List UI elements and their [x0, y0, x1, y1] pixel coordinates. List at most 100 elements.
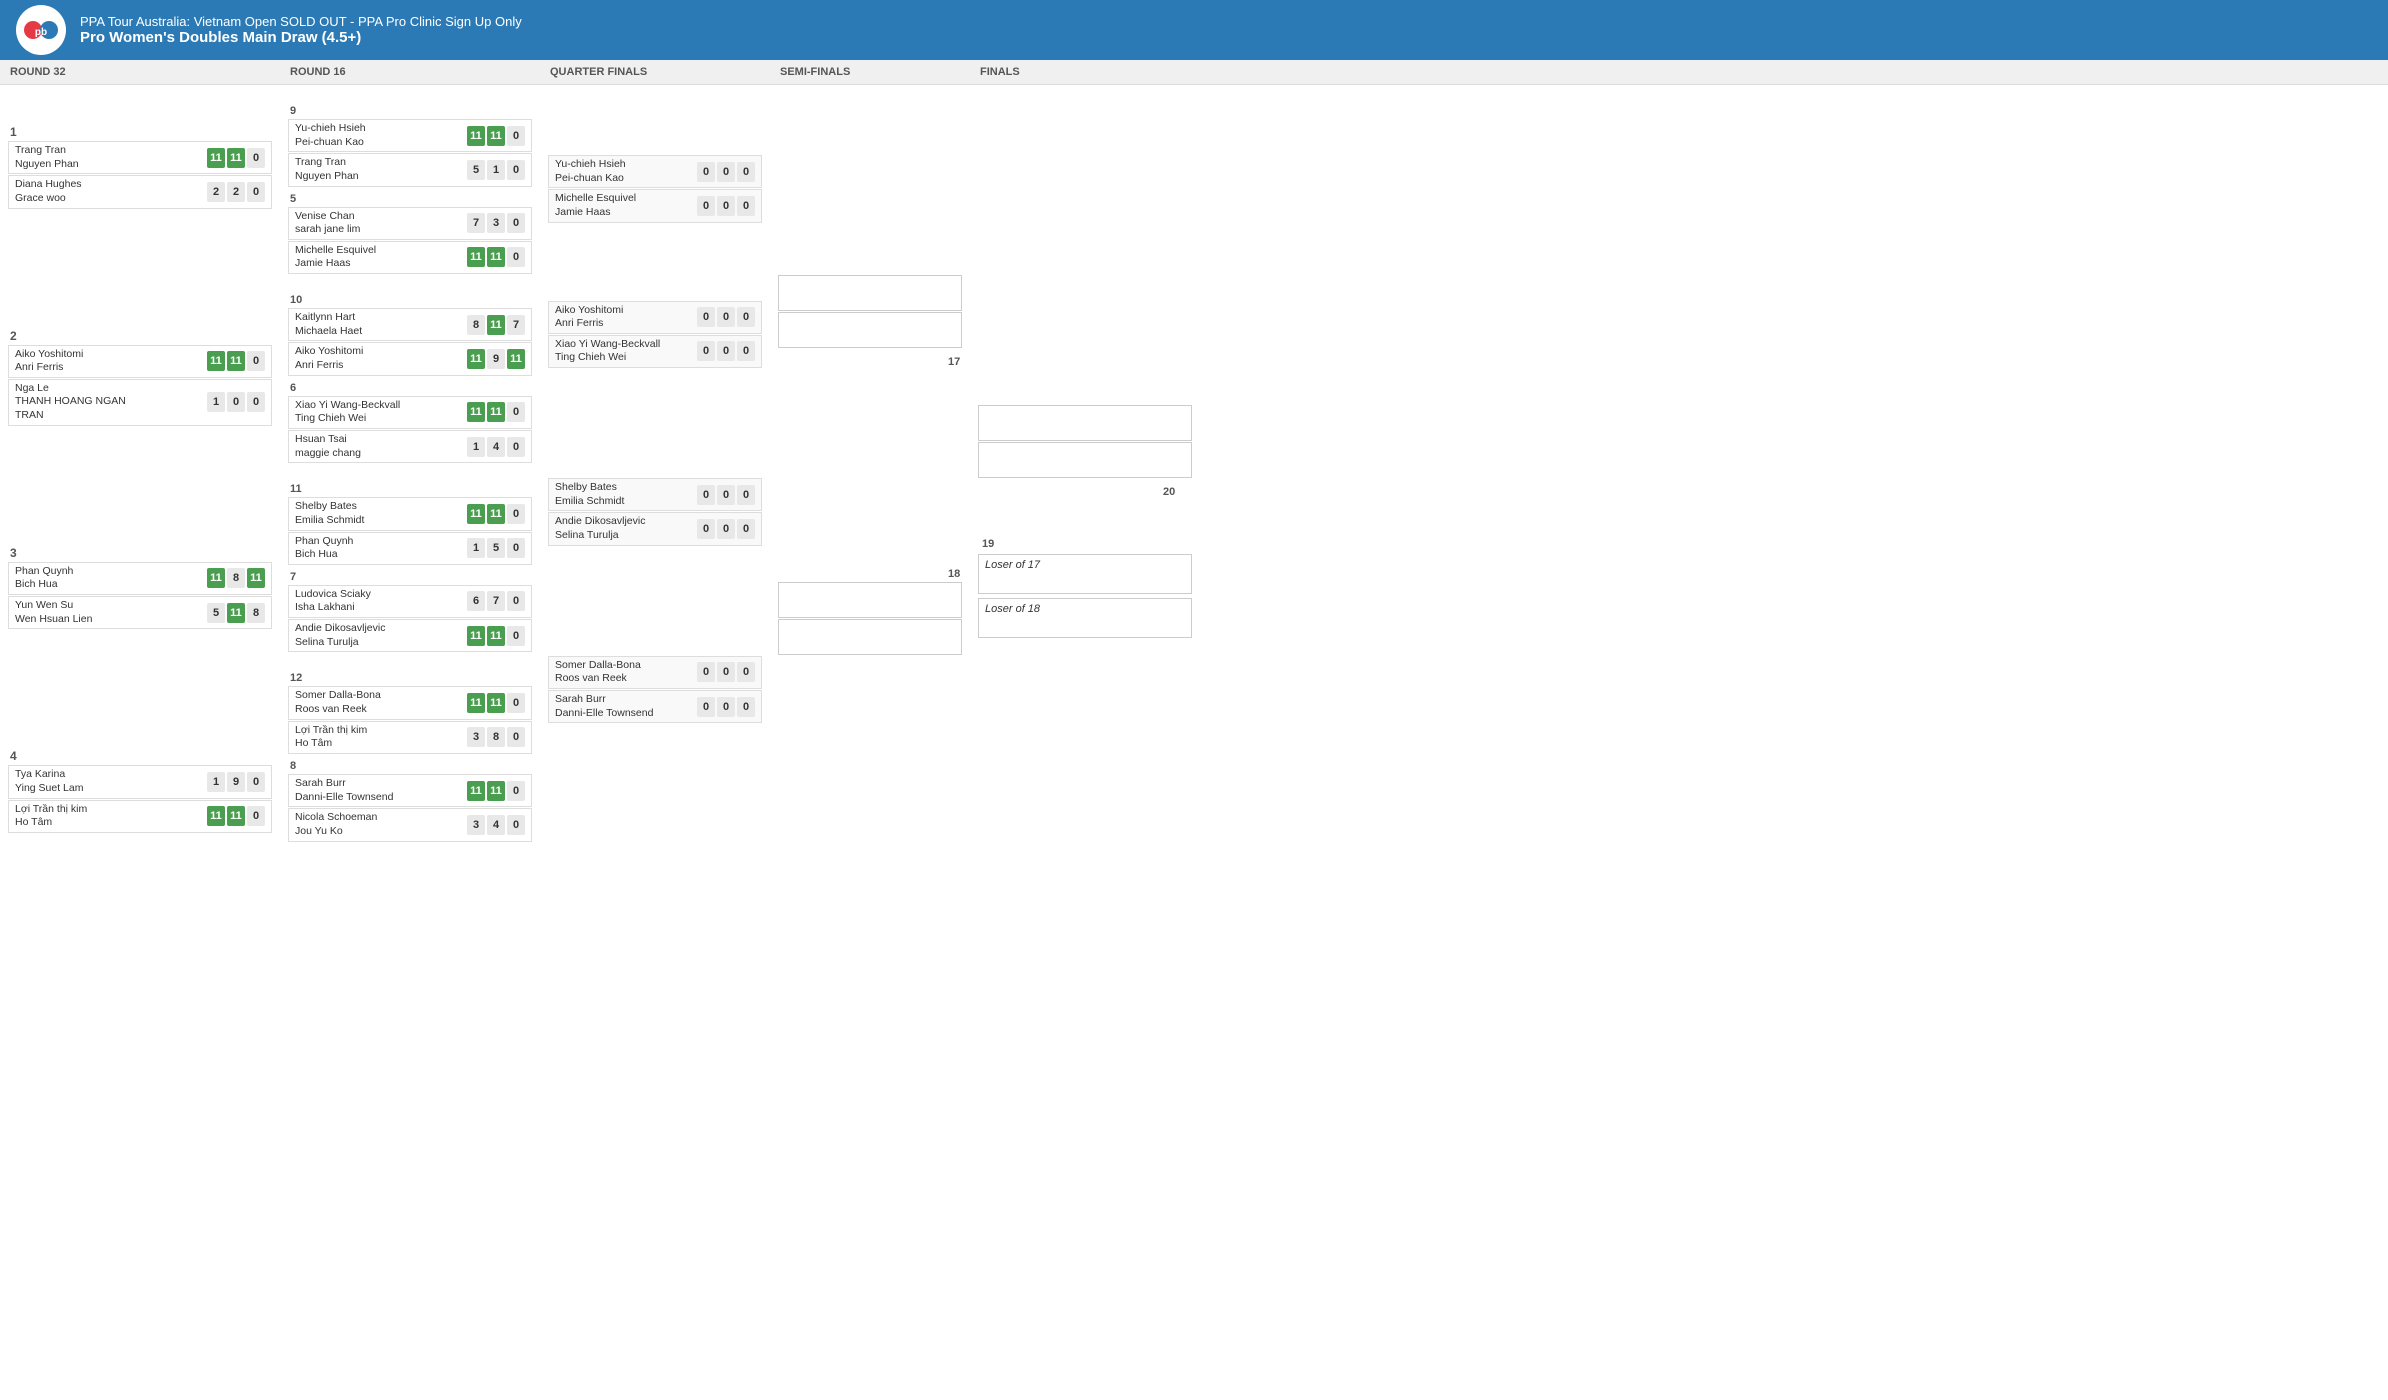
r16-team-row: Nicola SchoemanJou Yu Ko 3 4 0	[288, 808, 532, 841]
team-name: Yun Wen SuWen Hsuan Lien	[15, 599, 203, 626]
finals-col: 20 19 Loser of 17 Loser of 18	[970, 95, 1200, 975]
r16-team-row: Michelle EsquivelJamie Haas 11 11 0	[288, 241, 532, 274]
r16-team-row: Ludovica SciakyIsha Lakhani 6 7 0	[288, 585, 532, 618]
score-box: 0	[717, 307, 735, 327]
score-box: 0	[697, 196, 715, 216]
score-box: 0	[737, 307, 755, 327]
third-place-group: 19 Loser of 17 Loser of 18	[978, 538, 1192, 638]
score-box: 11	[487, 247, 505, 267]
score-boxes: 11 11 0	[467, 126, 525, 146]
team-name: Trang TranNguyen Phan	[295, 156, 463, 183]
semifinals-col: 17 18	[770, 95, 970, 975]
r32-match-1: Trang TranNguyen Phan 11 11 0 Diana Hugh…	[8, 141, 272, 209]
qf-match-1: Yu-chieh HsiehPei-chuan Kao 0 0 0 Michel…	[548, 155, 762, 223]
qf-match-2: Aiko YoshitomiAnri Ferris 0 0 0 Xiao Yi …	[548, 301, 762, 369]
score-box: 11	[467, 247, 485, 267]
score-box: 11	[207, 351, 225, 371]
r32-team-row: Phan QuynhBich Hua 11 8 11	[8, 562, 272, 595]
score-boxes: 11 8 11	[207, 568, 265, 588]
score-boxes: 3 4 0	[467, 815, 525, 835]
team-name: Hsuan Tsaimaggie chang	[295, 433, 463, 460]
score-boxes: 0 0 0	[697, 485, 755, 505]
r16-match-8: Sarah BurrDanni-Elle Townsend 11 11 0 Ni…	[288, 774, 532, 842]
score-boxes: 7 3 0	[467, 213, 525, 233]
loser-18-label: Loser of 18	[985, 603, 1040, 615]
score-box: 0	[717, 697, 735, 717]
r16-match-4: Xiao Yi Wang-BeckvallTing Chieh Wei 11 1…	[288, 396, 532, 464]
score-boxes: 11 11 0	[467, 504, 525, 524]
team-name: Nicola SchoemanJou Yu Ko	[295, 811, 463, 838]
score-box: 11	[227, 603, 245, 623]
score-box: 2	[227, 182, 245, 202]
score-box: 0	[717, 662, 735, 682]
team-name: Nga LeTHANH HOANG NGANTRAN	[15, 382, 203, 423]
score-boxes: 5 1 0	[467, 160, 525, 180]
r32-match-2: Aiko YoshitomiAnri Ferris 11 11 0 Nga Le…	[8, 345, 272, 426]
sf-team-slot-4	[778, 619, 962, 655]
score-box: 11	[467, 626, 485, 646]
score-box: 0	[697, 697, 715, 717]
round-num-7: 7	[290, 571, 532, 583]
col-header-r16: ROUND 16	[280, 66, 540, 78]
score-boxes: 11 11 0	[467, 402, 525, 422]
team-name: Trang TranNguyen Phan	[15, 144, 203, 171]
r16-group-6: 7 Ludovica SciakyIsha Lakhani 6 7 0 Andi…	[288, 571, 532, 653]
score-boxes: 0 0 0	[697, 341, 755, 361]
score-box: 11	[207, 568, 225, 588]
r16-match-3: Kaitlynn HartMichaela Haet 8 11 7 Aiko Y…	[288, 308, 532, 376]
team-name: Sarah BurrDanni-Elle Townsend	[295, 777, 463, 804]
score-box: 11	[467, 349, 485, 369]
score-box: 0	[737, 485, 755, 505]
score-box: 11	[207, 148, 225, 168]
qf-group-2: Aiko YoshitomiAnri Ferris 0 0 0 Xiao Yi …	[548, 301, 762, 369]
finals-bracket-num-20: 20	[1163, 486, 1192, 498]
score-box: 3	[487, 213, 505, 233]
r16-group-7: 12 Somer Dalla-BonaRoos van Reek 11 11 0…	[288, 672, 532, 754]
r16-team-row: Phan QuynhBich Hua 1 5 0	[288, 532, 532, 565]
r16-team-row: Xiao Yi Wang-BeckvallTing Chieh Wei 11 1…	[288, 396, 532, 429]
sf-match-1	[778, 275, 962, 348]
score-box: 11	[487, 626, 505, 646]
score-boxes: 0 0 0	[697, 662, 755, 682]
score-box: 0	[507, 626, 525, 646]
svg-text:pb: pb	[35, 27, 47, 38]
score-box: 0	[247, 772, 265, 792]
qf-team-row: Michelle EsquivelJamie Haas 0 0 0	[548, 189, 762, 222]
round-num-5: 5	[290, 193, 532, 205]
r16-match-7: Somer Dalla-BonaRoos van Reek 11 11 0 Lợ…	[288, 686, 532, 754]
score-box: 4	[487, 437, 505, 457]
draw-container: 1 Trang TranNguyen Phan 11 11 0 Diana Hu…	[0, 85, 2388, 985]
score-boxes: 11 11 0	[467, 626, 525, 646]
team-name: Kaitlynn HartMichaela Haet	[295, 311, 463, 338]
r16-group-4: 6 Xiao Yi Wang-BeckvallTing Chieh Wei 11…	[288, 382, 532, 464]
qf-match-3: Shelby BatesEmilia Schmidt 0 0 0 Andie D…	[548, 478, 762, 546]
score-box: 11	[467, 402, 485, 422]
col-header-qf: QUARTER FINALS	[540, 66, 770, 78]
score-box: 0	[227, 392, 245, 412]
third-place-team-2: Loser of 18	[978, 598, 1192, 638]
seed-3-label: 3	[10, 546, 272, 560]
team-name: Sarah BurrDanni-Elle Townsend	[555, 693, 693, 720]
qf-team-row: Shelby BatesEmilia Schmidt 0 0 0	[548, 478, 762, 511]
qf-group-4: Somer Dalla-BonaRoos van Reek 0 0 0 Sara…	[548, 656, 762, 724]
r16-team-row: Aiko YoshitomiAnri Ferris 11 9 11	[288, 342, 532, 375]
score-box: 0	[507, 815, 525, 835]
score-boxes: 0 0 0	[697, 697, 755, 717]
qf-match-4: Somer Dalla-BonaRoos van Reek 0 0 0 Sara…	[548, 656, 762, 724]
team-name: Xiao Yi Wang-BeckvallTing Chieh Wei	[555, 338, 693, 365]
score-boxes: 0 0 0	[697, 519, 755, 539]
team-name: Lợi Trần thị kimHo Tâm	[295, 724, 463, 751]
score-box: 0	[737, 341, 755, 361]
r16-team-row: Sarah BurrDanni-Elle Townsend 11 11 0	[288, 774, 532, 807]
r32-team-row: Trang TranNguyen Phan 11 11 0	[8, 141, 272, 174]
header-text: PPA Tour Australia: Vietnam Open SOLD OU…	[80, 14, 522, 46]
r32-team-row: Aiko YoshitomiAnri Ferris 11 11 0	[8, 345, 272, 378]
score-box: 0	[507, 693, 525, 713]
score-box: 0	[507, 402, 525, 422]
score-box: 0	[507, 727, 525, 747]
score-boxes: 1 0 0	[207, 392, 265, 412]
qf-group-3: Shelby BatesEmilia Schmidt 0 0 0 Andie D…	[548, 478, 762, 546]
score-boxes: 1 5 0	[467, 538, 525, 558]
team-name: Aiko YoshitomiAnri Ferris	[15, 348, 203, 375]
seed-4-label: 4	[10, 749, 272, 763]
